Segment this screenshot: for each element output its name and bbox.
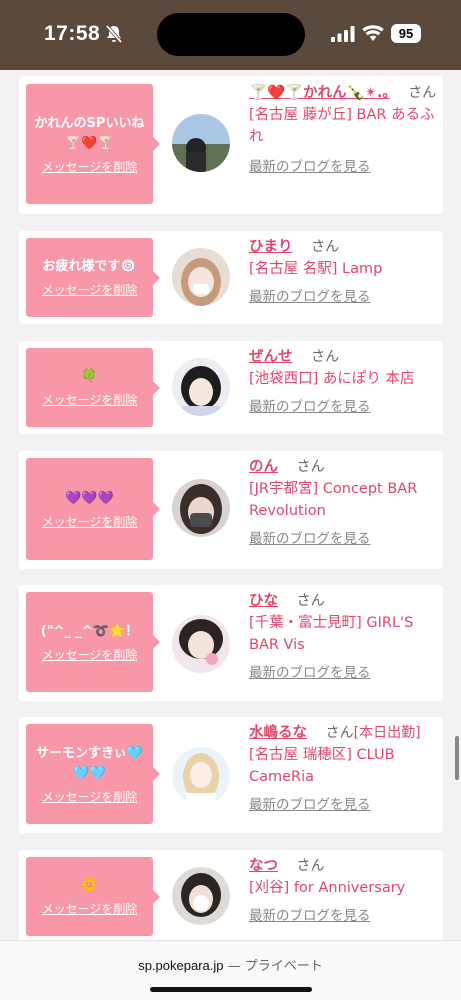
message-card: 💜💜💜 メッセージを削除 のん さん [JR宇都宮] Concept BAR R…: [19, 451, 443, 569]
cast-name-link[interactable]: ぜんせ: [249, 349, 293, 365]
shop-name[interactable]: [JR宇都宮] Concept BAR Revolution: [249, 478, 439, 522]
delete-message-link[interactable]: メッセージを削除: [42, 158, 138, 175]
working-today-badge: [本日出勤]: [353, 725, 421, 741]
avatar[interactable]: [172, 615, 230, 673]
cast-name-link[interactable]: ひまり: [249, 239, 293, 255]
shop-name[interactable]: [名古屋 名駅] Lamp: [249, 258, 439, 280]
cast-name-link[interactable]: ひな: [249, 593, 278, 609]
cast-name-link[interactable]: なつ: [249, 858, 278, 874]
shop-name[interactable]: [名古屋 藤が丘] BAR あるふれ: [249, 104, 439, 148]
home-indicator: [150, 987, 312, 992]
honorific: さん: [325, 725, 354, 741]
message-bubble: 🌼 メッセージを削除: [26, 857, 160, 936]
avatar[interactable]: [172, 747, 230, 805]
message-text: 🍀: [81, 369, 98, 384]
card-info: のん さん [JR宇都宮] Concept BAR Revolution 最新の…: [249, 456, 439, 550]
shop-name[interactable]: [名古屋 瑞穂区] CLUB CameRia: [249, 744, 439, 788]
latest-blog-link[interactable]: 最新のブログを見る: [249, 794, 439, 816]
message-card: 🌼 メッセージを削除 なつ さん [刈谷] for Anniversary 最新…: [19, 850, 443, 940]
message-bubble: 💜💜💜 メッセージを削除: [26, 458, 160, 560]
message-bubble: お疲れ様です🍥 メッセージを削除: [26, 238, 160, 317]
message-bubble: かれんのSPいいね🍸❤️🍸 メッセージを削除: [26, 84, 160, 204]
url-text[interactable]: sp.pokepara.jp — プライベート: [0, 955, 461, 974]
message-card: ("^_ _^➰🌟！ メッセージを削除 ひな さん [千葉・富士見町] GIRL…: [19, 585, 443, 701]
latest-blog-link[interactable]: 最新のブログを見る: [249, 528, 439, 550]
message-card: お疲れ様です🍥 メッセージを削除 ひまり さん [名古屋 名駅] Lamp 最新…: [19, 231, 443, 324]
delete-message-link[interactable]: メッセージを削除: [42, 281, 138, 298]
honorific: さん: [311, 349, 340, 365]
message-text: お疲れ様です🍥: [42, 259, 137, 274]
cast-name-link[interactable]: のん: [249, 459, 278, 475]
honorific: さん: [311, 239, 340, 255]
avatar[interactable]: [172, 479, 230, 537]
message-text: 🌼: [81, 878, 98, 893]
card-info: なつ さん [刈谷] for Anniversary 最新のブログを見る: [249, 855, 439, 927]
delete-message-link[interactable]: メッセージを削除: [42, 900, 138, 917]
battery-indicator: 95: [391, 24, 421, 43]
message-text: ("^_ _^➰🌟！: [40, 623, 139, 639]
private-mode-label: — プライベート: [227, 959, 323, 974]
latest-blog-link[interactable]: 最新のブログを見る: [249, 396, 439, 418]
card-info: ひまり さん [名古屋 名駅] Lamp 最新のブログを見る: [249, 236, 439, 308]
card-info: ひな さん [千葉・富士見町] GIRL'S BAR Vis 最新のブログを見る: [249, 590, 439, 684]
cellular-signal-icon: [331, 26, 355, 42]
cast-name-link[interactable]: 🍸❤️🍸かれん🍾✴︎.｡: [249, 85, 390, 101]
latest-blog-link[interactable]: 最新のブログを見る: [249, 662, 439, 684]
message-bubble: ("^_ _^➰🌟！ メッセージを削除: [26, 592, 160, 692]
honorific: さん: [296, 858, 325, 874]
dynamic-island: [157, 13, 305, 56]
card-info: 🍸❤️🍸かれん🍾✴︎.｡ さん [名古屋 藤が丘] BAR あるふれ 最新のブロ…: [249, 82, 439, 178]
latest-blog-link[interactable]: 最新のブログを見る: [249, 286, 439, 308]
shop-name[interactable]: [刈谷] for Anniversary: [249, 877, 439, 899]
latest-blog-link[interactable]: 最新のブログを見る: [249, 905, 439, 927]
message-text: かれんのSPいいね🍸❤️🍸: [34, 115, 145, 151]
latest-blog-link[interactable]: 最新のブログを見る: [249, 156, 439, 178]
card-info: ぜんせ さん [池袋西口] あにぽり 本店 最新のブログを見る: [249, 346, 439, 418]
browser-url-bar[interactable]: sp.pokepara.jp — プライベート: [0, 940, 461, 1000]
delete-message-link[interactable]: メッセージを削除: [42, 391, 138, 408]
message-text: 💜💜💜: [65, 490, 114, 506]
wifi-icon: [362, 25, 384, 41]
shop-name[interactable]: [千葉・富士見町] GIRL'S BAR Vis: [249, 612, 439, 656]
cast-name-link[interactable]: 水嶋るな: [249, 725, 307, 741]
avatar[interactable]: [172, 114, 230, 172]
avatar[interactable]: [172, 358, 230, 416]
delete-message-link[interactable]: メッセージを削除: [42, 513, 138, 530]
status-bar: 17:58 95: [0, 0, 461, 70]
delete-message-link[interactable]: メッセージを削除: [42, 788, 138, 805]
message-card: かれんのSPいいね🍸❤️🍸 メッセージを削除 🍸❤️🍸かれん🍾✴︎.｡ さん […: [19, 76, 443, 214]
message-bubble: 🍀 メッセージを削除: [26, 348, 160, 427]
message-text: サーモンすきぃ🩵🩵🩵: [36, 745, 143, 781]
card-info: 水嶋るな さん[本日出勤] [名古屋 瑞穂区] CLUB CameRia 最新の…: [249, 722, 439, 816]
honorific: さん: [296, 593, 325, 609]
message-card: 🍀 メッセージを削除 ぜんせ さん [池袋西口] あにぽり 本店 最新のブログを…: [19, 341, 443, 434]
avatar[interactable]: [172, 248, 230, 306]
shop-name[interactable]: [池袋西口] あにぽり 本店: [249, 368, 439, 390]
url-domain: sp.pokepara.jp: [138, 958, 224, 973]
scrollbar[interactable]: [455, 736, 459, 780]
honorific: さん: [296, 459, 325, 475]
honorific: さん: [408, 85, 437, 101]
message-bubble: サーモンすきぃ🩵🩵🩵 メッセージを削除: [26, 724, 160, 824]
avatar[interactable]: [172, 867, 230, 925]
bell-slash-icon: [105, 24, 123, 44]
message-list[interactable]: かれんのSPいいね🍸❤️🍸 メッセージを削除 🍸❤️🍸かれん🍾✴︎.｡ さん […: [0, 70, 461, 940]
delete-message-link[interactable]: メッセージを削除: [42, 646, 138, 663]
status-time: 17:58: [44, 22, 101, 45]
message-card: サーモンすきぃ🩵🩵🩵 メッセージを削除 水嶋るな さん[本日出勤] [名古屋 瑞…: [19, 717, 443, 833]
